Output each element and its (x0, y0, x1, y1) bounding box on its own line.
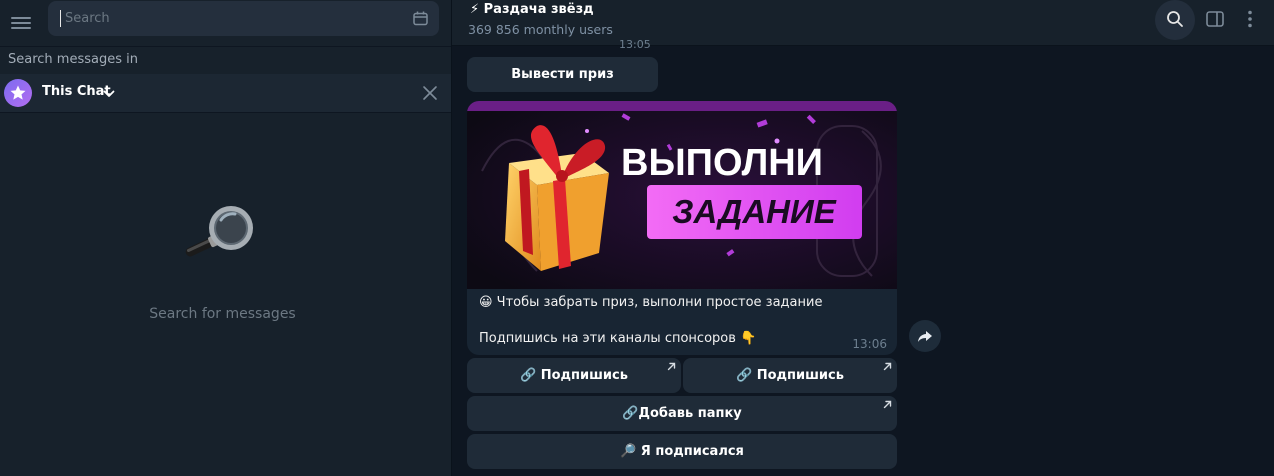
header-search-button[interactable] (1155, 0, 1195, 40)
search-in-label: Search messages in (8, 52, 138, 67)
chat-header: ⚡ Раздача звёзд 369 856 monthly users (452, 0, 1274, 46)
subscribe-label: 🔗 Подпишись (736, 368, 844, 383)
external-arrow-icon (667, 362, 676, 371)
scope-chip-label: This Chat (42, 84, 111, 99)
calendar-icon[interactable] (412, 10, 429, 27)
subscribe-button[interactable]: 🔗 Подпишись (467, 358, 681, 393)
chevron-down-icon[interactable] (102, 87, 116, 101)
left-top-bar (0, 0, 451, 46)
chat-title[interactable]: ⚡ Раздача звёзд (470, 2, 594, 17)
withdraw-prize-label: Вывести приз (511, 67, 614, 82)
add-folder-label: 🔗Добавь папку (622, 406, 742, 421)
search-icon (1167, 11, 1183, 27)
message-time: 13:06 (852, 337, 887, 351)
subscribe-label: 🔗 Подпишись (520, 368, 628, 383)
banner-subtitle: ЗАДАНИЕ (672, 193, 836, 230)
share-icon (918, 331, 932, 342)
divider (0, 46, 451, 47)
message-bubble[interactable]: ВЫПОЛНИ ЗАДАНИЕ 😀 Чтобы забрать приз, вы… (467, 101, 897, 355)
search-box[interactable] (48, 1, 439, 36)
external-arrow-icon (883, 400, 892, 409)
close-icon[interactable] (422, 85, 438, 101)
post-text-line: Подпишись на эти каналы спонсоров 👇 (479, 331, 757, 346)
i-subscribed-label: 🔎 Я подписался (620, 444, 744, 459)
menu-icon[interactable] (10, 12, 32, 34)
chat-avatar (4, 79, 32, 107)
search-input[interactable] (65, 6, 395, 31)
more-vertical-icon[interactable] (1246, 9, 1254, 29)
external-arrow-icon (883, 362, 892, 371)
star-icon (10, 85, 26, 100)
panel-divider[interactable] (451, 0, 452, 476)
search-scope-chip[interactable]: This Chat (0, 74, 451, 112)
add-folder-button[interactable]: 🔗Добавь папку (467, 396, 897, 431)
banner-title: ВЫПОЛНИ (621, 142, 823, 184)
post-text-line: 😀 Чтобы забрать приз, выполни простое за… (479, 295, 823, 310)
divider (0, 112, 451, 113)
previous-message-time: 13:05 (619, 38, 651, 51)
withdraw-prize-button[interactable]: Вывести приз (467, 57, 658, 92)
subscribe-button[interactable]: 🔗 Подпишись (683, 358, 897, 393)
text-caret (60, 10, 61, 27)
i-subscribed-button[interactable]: 🔎 Я подписался (467, 434, 897, 469)
empty-state-text: Search for messages (149, 306, 296, 322)
magnifier-icon (185, 206, 253, 257)
promo-banner-image[interactable]: ВЫПОЛНИ ЗАДАНИЕ (467, 101, 897, 289)
chat-subtitle: 369 856 monthly users (468, 22, 613, 37)
sidebar-panel-icon[interactable] (1205, 9, 1225, 29)
share-button[interactable] (909, 320, 941, 352)
left-panel: Search messages in This Chat Search for … (0, 0, 451, 476)
